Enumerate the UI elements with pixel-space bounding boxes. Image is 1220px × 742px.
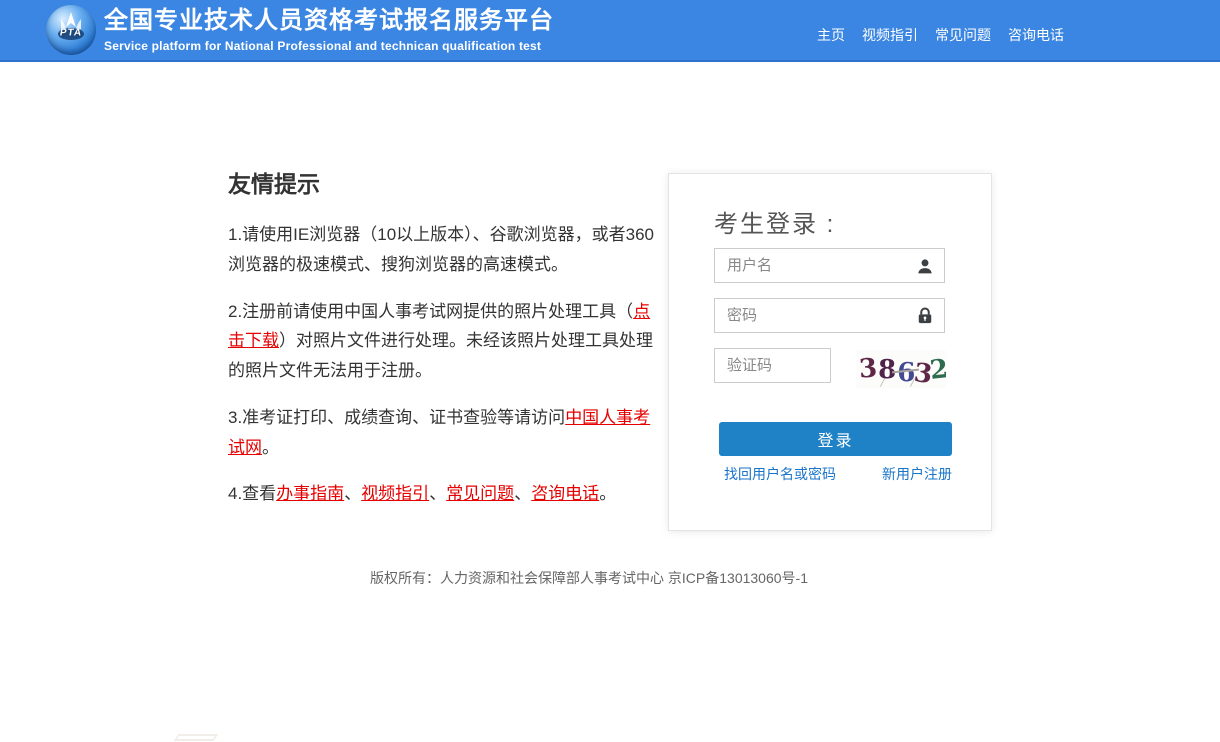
tip-photo-text-post: ）对照片文件进行处理。未经该照片处理工具处理的照片文件无法用于注册。 <box>228 331 653 380</box>
tips-section: 友情提示 1.请使用IE浏览器（10以上版本）、谷歌浏览器，或者360浏览器的极… <box>228 165 660 526</box>
tip-photo-tool: 2.注册前请使用中国人事考试网提供的照片处理工具（点击下载）对照片文件进行处理。… <box>228 297 660 386</box>
copyright-text: 版权所有：人力资源和社会保障部人事考试中心 京ICP备13013060号-1 <box>370 570 808 586</box>
pta-logo-icon: PTA <box>46 5 96 55</box>
nav-faq-link[interactable]: 常见问题 <box>935 25 991 45</box>
lock-icon <box>915 306 935 326</box>
tip-help-sep-2: 、 <box>429 484 446 503</box>
tips-heading: 友情提示 <box>228 165 660 199</box>
site-subtitle: Service platform for National Profession… <box>104 39 554 53</box>
nav-home-link[interactable]: 主页 <box>817 25 845 45</box>
captcha-digit: 2 <box>929 356 946 384</box>
header: PTA 全国专业技术人员资格考试报名服务平台 Service platform … <box>0 0 1220 62</box>
register-link[interactable]: 新用户注册 <box>882 464 952 484</box>
tip-photo-text-pre: 2.注册前请使用中国人事考试网提供的照片处理工具（ <box>228 302 633 321</box>
login-button[interactable]: 登录 <box>719 422 952 456</box>
tip-cpta-site: 3.准考证打印、成绩查询、证书查验等请访问中国人事考试网。 <box>228 403 660 463</box>
footer: 版权所有：人力资源和社会保障部人事考试中心 京ICP备13013060号-1 <box>0 568 1178 588</box>
nav-phone-link[interactable]: 咨询电话 <box>1008 25 1064 45</box>
site-title: 全国专业技术人员资格考试报名服务平台 <box>104 7 554 36</box>
username-input[interactable] <box>714 248 945 283</box>
captcha-input[interactable] <box>714 348 831 383</box>
password-field <box>714 298 945 333</box>
username-field <box>714 248 945 283</box>
captcha-image[interactable]: 3 8 6 3 2 \\ <box>856 350 946 388</box>
tip-cpta-text-pre: 3.准考证打印、成绩查询、证书查验等请访问 <box>228 408 565 427</box>
captcha-digit: 3 <box>858 355 878 382</box>
password-input[interactable] <box>714 298 945 333</box>
tip-cpta-text-post: 。 <box>262 438 279 457</box>
tip-help-sep-3: 、 <box>514 484 531 503</box>
service-guide-link[interactable]: 办事指南 <box>276 484 344 503</box>
tip-browser-text: 1.请使用IE浏览器（10以上版本）、谷歌浏览器，或者360浏览器的极速模式、搜… <box>228 225 654 274</box>
tip-browser: 1.请使用IE浏览器（10以上版本）、谷歌浏览器，或者360浏览器的极速模式、搜… <box>228 220 660 280</box>
tip-help-links: 4.查看办事指南、视频指引、常见问题、咨询电话。 <box>228 479 660 509</box>
page: PTA 全国专业技术人员资格考试报名服务平台 Service platform … <box>0 0 1220 742</box>
logo-text: PTA <box>59 28 83 39</box>
faq-link[interactable]: 常见问题 <box>446 484 514 503</box>
user-icon <box>915 256 935 276</box>
phone-link[interactable]: 咨询电话 <box>531 484 599 503</box>
login-heading: 考生登录 : <box>714 204 835 239</box>
captcha-field <box>714 348 831 383</box>
forgot-password-link[interactable]: 找回用户名或密码 <box>724 464 836 484</box>
tip-help-sep-1: 、 <box>344 484 361 503</box>
tip-help-text-post: 。 <box>599 484 616 503</box>
login-helper-links: 找回用户名或密码 新用户注册 <box>724 464 952 484</box>
header-nav: 主页 视频指引 常见问题 咨询电话 <box>817 25 1064 45</box>
header-titles: 全国专业技术人员资格考试报名服务平台 Service platform for … <box>104 7 554 53</box>
tip-help-text-pre: 4.查看 <box>228 484 276 503</box>
video-guide-link[interactable]: 视频指引 <box>361 484 429 503</box>
stray-artifact <box>174 734 219 741</box>
nav-video-guide-link[interactable]: 视频指引 <box>862 25 918 45</box>
login-panel: 考生登录 : 3 <box>668 173 992 531</box>
captcha-digit: 8 <box>878 357 896 383</box>
